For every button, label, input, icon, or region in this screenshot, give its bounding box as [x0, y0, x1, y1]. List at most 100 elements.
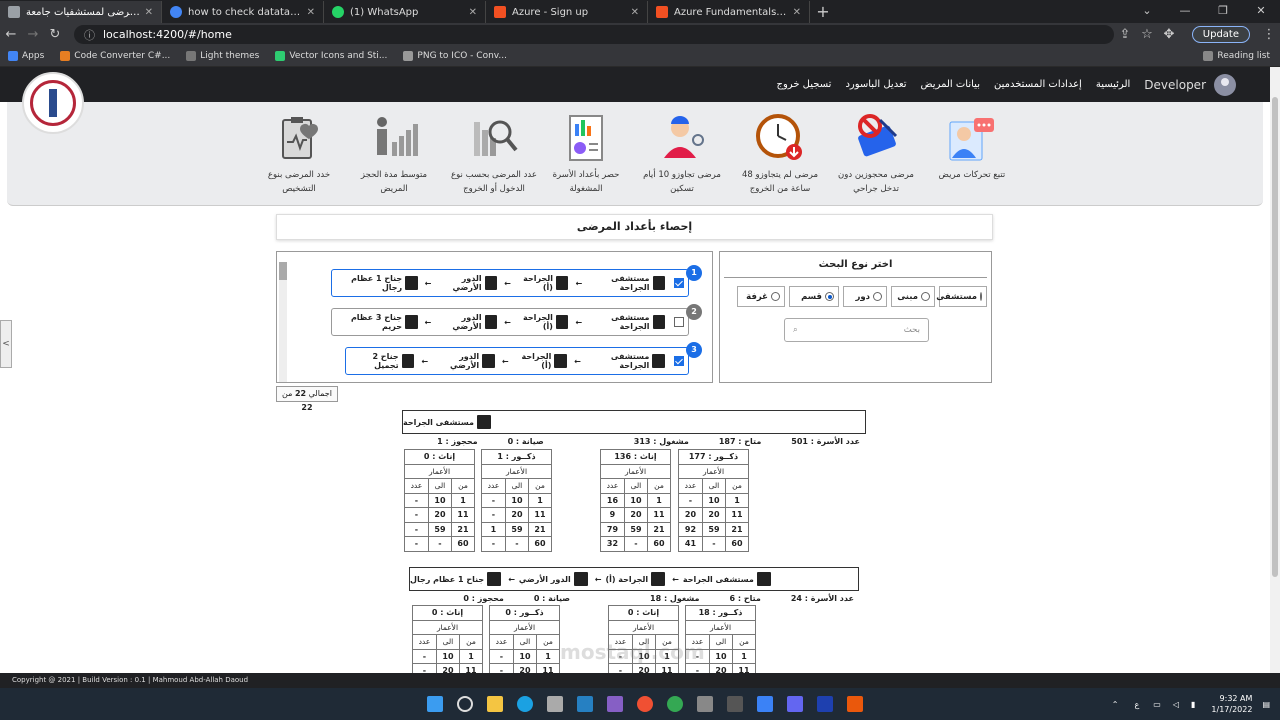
bookmark-code-converter[interactable]: Code Converter C#...	[60, 51, 170, 61]
menu-patient-tracking[interactable]: تتبع تحركات مريض	[929, 112, 1015, 182]
language-indicator[interactable]: ع	[1135, 700, 1140, 709]
app-icon[interactable]	[757, 696, 773, 712]
bookmark-png-to-ico[interactable]: PNG to ICO - Conv...	[403, 51, 507, 61]
tab-whatsapp[interactable]: (1) WhatsApp ✕	[324, 1, 486, 23]
stairs-icon	[484, 315, 498, 329]
university-logo[interactable]	[22, 72, 84, 134]
nav-change-password[interactable]: تعديل الباسورد	[845, 79, 906, 90]
app-icon[interactable]	[787, 696, 803, 712]
minimize-button[interactable]: —	[1166, 0, 1204, 23]
radio-building[interactable]: مبنى	[891, 286, 935, 307]
git-icon[interactable]	[637, 696, 653, 712]
tab-search-icon[interactable]: ⌄	[1128, 0, 1166, 23]
menu-no-surgery[interactable]: مرضى محجوزين دون تدخل جراحي	[833, 112, 919, 196]
close-icon[interactable]: ✕	[145, 7, 153, 18]
route-hospital: مستشفى الجراحة	[682, 574, 754, 584]
menu-avg-stay[interactable]: متوسط مدة الحجز المريض	[351, 112, 437, 196]
radio-floor[interactable]: دور	[843, 286, 887, 307]
nav-logout[interactable]: تسجيل خروج	[777, 79, 832, 90]
bookmark-vector-icons[interactable]: Vector Icons and Sti...	[275, 51, 387, 61]
menu-icon[interactable]: ⋮	[1258, 27, 1280, 42]
google-icon	[170, 6, 182, 18]
star-icon[interactable]: ☆	[1136, 27, 1158, 42]
back-icon[interactable]: ←	[0, 27, 22, 42]
nav-home[interactable]: الرئيسية	[1096, 79, 1130, 90]
extensions-icon[interactable]: ✥	[1158, 27, 1180, 42]
age-table: إناث : 136 الأعمار من الى عدد 1 10 16 11 20 9 21 59 7…	[600, 449, 672, 552]
menu-over-10-days[interactable]: مرضى تجاوزو 10 أيام تسكين	[639, 112, 725, 196]
avatar[interactable]	[1214, 73, 1236, 96]
app-icon[interactable]	[697, 696, 713, 712]
windows-start-icon[interactable]	[427, 696, 443, 712]
bookmark-label: Apps	[22, 51, 45, 61]
scrollbar-thumb[interactable]	[1272, 97, 1278, 577]
visual-studio-icon[interactable]	[607, 696, 623, 712]
table-cell: 59	[701, 521, 726, 537]
hospital-icon	[476, 415, 491, 429]
notifications-icon[interactable]: ▤	[1262, 700, 1270, 709]
search-type-title: اختر نوع البحث	[724, 252, 987, 278]
row-checkbox[interactable]	[674, 317, 684, 327]
reload-icon[interactable]: ↻	[44, 27, 66, 42]
update-button[interactable]: Update	[1191, 26, 1250, 43]
route-row[interactable]: مستشفى الجراحة ← الجراحة (أ) ← الدور الأرض…	[331, 269, 689, 297]
edge-icon[interactable]	[517, 696, 533, 712]
close-icon[interactable]: ✕	[631, 7, 639, 18]
volume-icon[interactable]: ◁	[1173, 700, 1179, 709]
search-input[interactable]: ⌕ بحث	[784, 318, 929, 342]
close-window-button[interactable]: ✕	[1242, 0, 1280, 23]
user-name[interactable]: Developer	[1144, 78, 1206, 92]
radio-room[interactable]: غرفة	[737, 286, 785, 307]
tab-azure-fundamentals[interactable]: Azure Fundamentals part 1: Desc... ✕	[648, 1, 810, 23]
battery-icon[interactable]: ▮	[1191, 700, 1195, 709]
route-department: الجراحة (أ)	[521, 352, 552, 370]
page-scrollbar[interactable]	[1270, 67, 1280, 675]
nav-patient-data[interactable]: بيانات المريض	[921, 79, 980, 90]
search-icon[interactable]	[457, 696, 473, 712]
restore-button[interactable]: ❐	[1204, 0, 1242, 23]
share-icon[interactable]: ⇪	[1114, 27, 1136, 42]
clock[interactable]: 9:32 AM 1/17/2022	[1211, 693, 1252, 715]
app-icon[interactable]	[847, 696, 863, 712]
file-explorer-icon[interactable]	[487, 696, 503, 712]
pen-tool-icon[interactable]	[547, 696, 563, 712]
close-icon[interactable]: ✕	[307, 7, 315, 18]
bookmark-apps[interactable]: Apps	[8, 51, 44, 61]
bookmark-light-themes[interactable]: Light themes	[186, 51, 259, 61]
radio-hospital[interactable]: مستشفى	[936, 286, 987, 307]
row-checkbox[interactable]	[674, 278, 684, 288]
nav-user-settings[interactable]: إعدادات المستخدمين	[994, 79, 1082, 90]
menu-occupied-beds[interactable]: حصر بأعداد الأسرة المشغولة	[543, 112, 629, 196]
chrome-icon[interactable]	[667, 696, 683, 712]
tab-azure-signup[interactable]: Azure - Sign up ✕	[486, 1, 648, 23]
menu-admission-type[interactable]: عدد المرضى بحسب نوع الدخول أو الخروج	[451, 112, 537, 196]
tab-app[interactable]: تسكين المرضى لمستشفيات جامعة... ✕	[0, 1, 162, 23]
menu-under-48-hours[interactable]: مرضى لم يتجاوزو 48 ساعة من الخروج	[737, 112, 823, 196]
close-icon[interactable]: ✕	[793, 7, 801, 18]
bookmarks-bar: Apps Code Converter C#... Light themes V…	[0, 46, 1280, 67]
route-row[interactable]: مستشفى الجراحة ← الجراحة (أ) ← الدور الأرض…	[345, 347, 689, 375]
hospital-name: مستشفى الجراحة	[403, 417, 474, 427]
list-scrollbar[interactable]	[279, 262, 287, 382]
route-row[interactable]: مستشفى الجراحة ← الجراحة (أ) ← الدور الأرض…	[331, 308, 689, 336]
side-panel-toggle[interactable]: <	[0, 320, 12, 368]
forward-icon[interactable]: →	[22, 27, 44, 42]
route-ward: جناح 1 عظام رجال	[410, 574, 485, 584]
app-icon[interactable]	[727, 696, 743, 712]
close-icon[interactable]: ✕	[469, 7, 477, 18]
tab-google[interactable]: how to check datatable row is nu... ✕	[162, 1, 324, 23]
list-scroll-thumb[interactable]	[279, 262, 287, 280]
shield-icon[interactable]	[817, 696, 833, 712]
vscode-icon[interactable]	[577, 696, 593, 712]
reading-list[interactable]: Reading list	[1203, 51, 1270, 61]
stat-total-beds: عدد الأسرة : 24	[790, 594, 854, 603]
stairs-icon	[573, 572, 588, 586]
new-tab-button[interactable]: +	[810, 1, 836, 23]
url-field[interactable]: ⓘ localhost:4200/#/home	[74, 25, 1114, 44]
chevron-up-icon[interactable]: ⌃	[1112, 700, 1119, 709]
table-cell: -	[481, 492, 506, 508]
network-icon[interactable]: ▭	[1153, 700, 1161, 709]
menu-diagnosis-count[interactable]: خدد المرضى بنوع التشخيص	[256, 112, 342, 196]
radio-department[interactable]: قسم	[789, 286, 839, 307]
row-checkbox[interactable]	[674, 356, 684, 366]
